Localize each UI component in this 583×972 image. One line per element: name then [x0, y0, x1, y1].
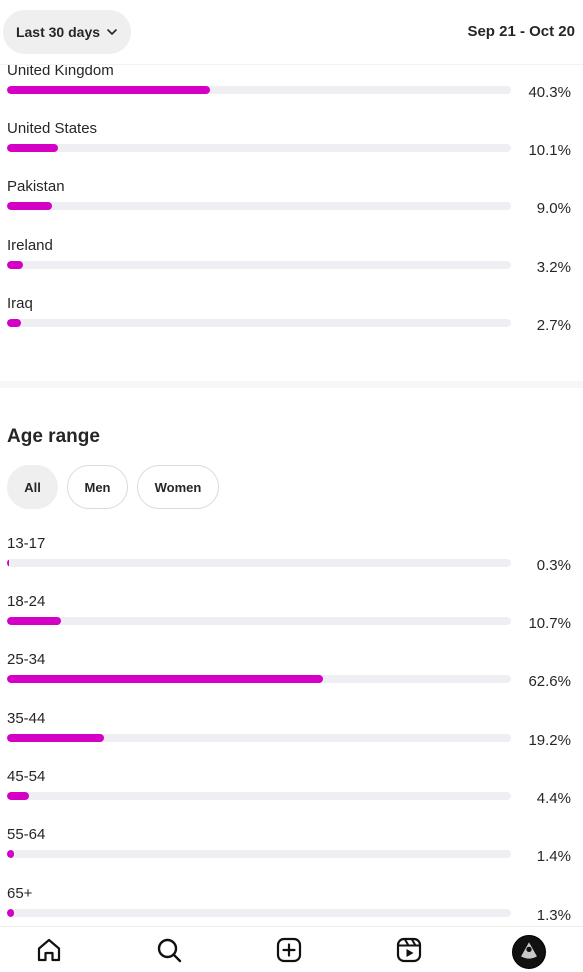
bar-track — [7, 559, 511, 567]
age-label: 35-44 — [7, 710, 46, 727]
age-label: 13-17 — [7, 535, 46, 552]
filter-all-chip[interactable]: All — [7, 465, 58, 509]
percent-value: 1.4% — [536, 848, 571, 865]
bar-fill — [7, 909, 14, 917]
bar-fill — [7, 675, 323, 683]
filter-men-chip[interactable]: Men — [67, 465, 128, 509]
percent-value: 10.1% — [528, 142, 571, 159]
bar-track — [7, 850, 511, 858]
country-label: United States — [7, 120, 98, 137]
bar-track — [7, 86, 511, 94]
country-row: United States 10.1% — [0, 120, 583, 178]
bar-track — [7, 319, 511, 327]
bar-track — [7, 261, 511, 269]
bar-fill — [7, 617, 61, 625]
chevron-down-icon — [107, 29, 117, 35]
nav-create[interactable] — [274, 935, 304, 965]
age-row: 13-17 0.3% — [0, 535, 583, 593]
bar-track — [7, 792, 511, 800]
reels-icon — [396, 937, 422, 963]
profile-avatar[interactable] — [512, 935, 546, 969]
bar-track — [7, 675, 511, 683]
nav-home[interactable] — [34, 935, 64, 965]
age-label: 65+ — [7, 885, 33, 902]
bar-fill — [7, 261, 24, 269]
percent-value: 10.7% — [528, 615, 571, 632]
home-icon — [37, 938, 61, 962]
country-row: Ireland 3.2% — [0, 237, 583, 295]
filter-all-label: All — [24, 479, 41, 495]
bar-track — [7, 202, 511, 210]
percent-value: 9.0% — [536, 200, 571, 217]
avatar-image-icon — [515, 938, 543, 966]
bar-track — [7, 909, 511, 917]
country-row: Iraq 2.7% — [0, 295, 583, 353]
bar-fill — [7, 86, 211, 94]
country-row: Pakistan 9.0% — [0, 178, 583, 236]
nav-reels[interactable] — [394, 935, 424, 965]
bar-track — [7, 617, 511, 625]
filter-women-label: Women — [154, 479, 202, 495]
bar-fill — [7, 559, 10, 567]
search-icon — [157, 938, 182, 963]
bar-fill — [7, 850, 15, 858]
date-span: Sep 21 - Oct 20 — [467, 23, 575, 40]
age-row: 55-64 1.4% — [0, 826, 583, 884]
country-row: United Kingdom 40.3% — [0, 62, 583, 120]
percent-value: 19.2% — [528, 732, 571, 749]
date-range-label: Last 30 days — [15, 24, 101, 40]
bar-fill — [7, 144, 58, 152]
percent-value: 3.2% — [536, 259, 571, 276]
country-label: Ireland — [7, 237, 53, 254]
age-label: 45-54 — [7, 768, 46, 785]
age-label: 18-24 — [7, 593, 46, 610]
country-label: Pakistan — [7, 178, 65, 195]
age-row: 35-44 19.2% — [0, 710, 583, 768]
age-row: 25-34 62.6% — [0, 651, 583, 709]
age-row: 45-54 4.4% — [0, 768, 583, 826]
percent-value: 0.3% — [536, 557, 571, 574]
filter-women-chip[interactable]: Women — [137, 465, 219, 509]
age-label: 25-34 — [7, 651, 46, 668]
country-label: Iraq — [7, 295, 33, 312]
age-range-title: Age range — [7, 426, 100, 447]
filter-men-label: Men — [84, 479, 111, 495]
bar-fill — [7, 792, 30, 800]
age-row: 18-24 10.7% — [0, 593, 583, 651]
bottom-nav-bar — [0, 926, 583, 972]
top-bar: Last 30 days Sep 21 - Oct 20 — [0, 0, 583, 65]
date-range-dropdown[interactable]: Last 30 days — [3, 10, 131, 54]
bar-fill — [7, 202, 53, 210]
percent-value: 2.7% — [536, 317, 571, 334]
percent-value: 62.6% — [528, 673, 571, 690]
percent-value: 1.3% — [536, 907, 571, 924]
nav-search[interactable] — [154, 935, 184, 965]
create-icon — [276, 937, 302, 963]
bar-fill — [7, 734, 104, 742]
bar-fill — [7, 319, 21, 327]
bar-track — [7, 144, 511, 152]
percent-value: 4.4% — [536, 790, 571, 807]
bar-track — [7, 734, 511, 742]
section-divider — [0, 381, 583, 388]
age-label: 55-64 — [7, 826, 46, 843]
percent-value: 40.3% — [528, 84, 571, 101]
